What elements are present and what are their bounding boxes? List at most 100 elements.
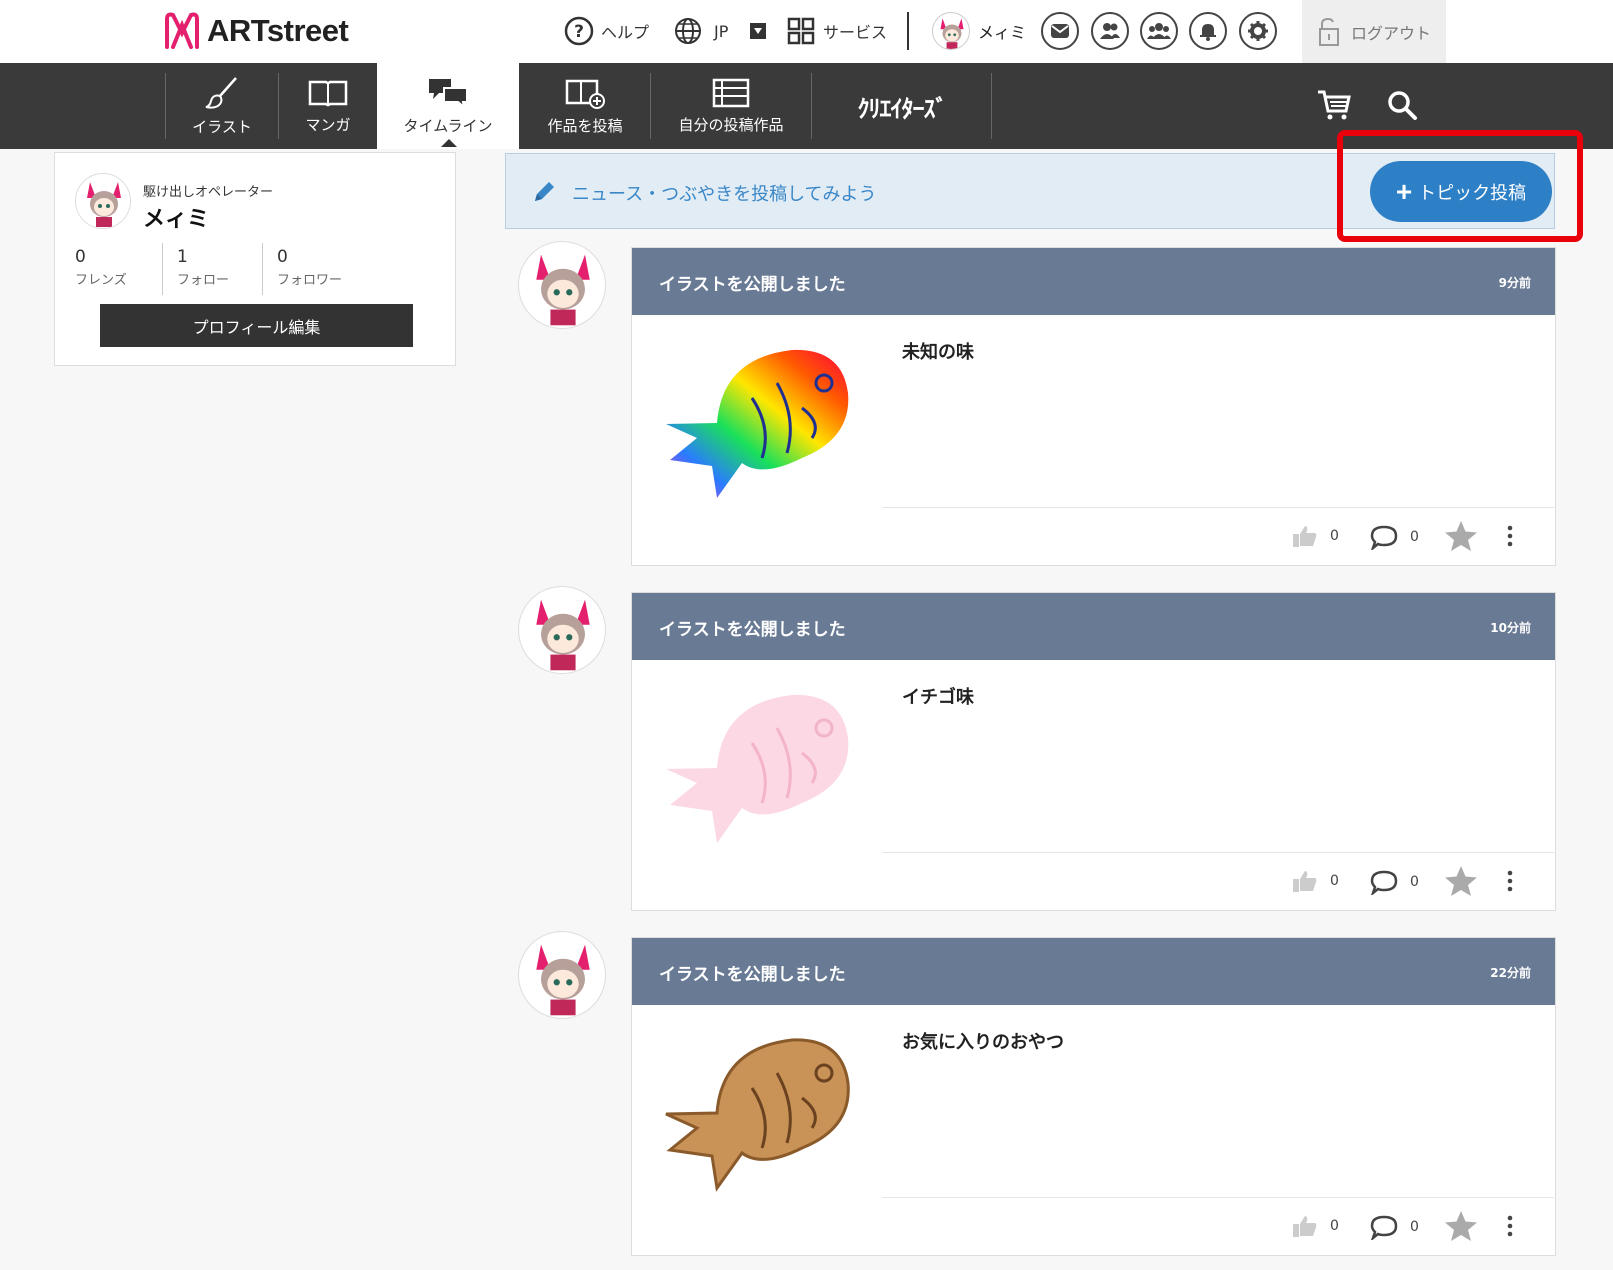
post-author-avatar[interactable] — [518, 586, 606, 674]
list-icon — [712, 78, 750, 107]
post-time: 22分前 — [1490, 966, 1531, 980]
stat-following[interactable]: 1 フォロー — [177, 247, 229, 297]
comment-button[interactable]: 0 — [1370, 524, 1419, 550]
post-title[interactable]: イチゴ味 — [902, 683, 974, 709]
artstreet-logo[interactable]: ARTstreet — [163, 10, 349, 52]
language-selector[interactable]: JP — [672, 12, 767, 50]
header-divider — [907, 12, 909, 50]
more-options-button[interactable] — [1506, 869, 1514, 893]
thumbs-up-icon — [1293, 526, 1317, 547]
nav-my-works[interactable]: 自分の投稿作品 — [651, 63, 811, 149]
post-header: イラストを公開しました 22分前 — [632, 938, 1555, 1005]
comment-button[interactable]: 0 — [1370, 869, 1419, 895]
artstreet-logo-mark — [165, 12, 199, 49]
post-author-avatar[interactable] — [518, 931, 606, 1019]
cart-button[interactable] — [1316, 89, 1352, 125]
like-button[interactable]: 0 — [1292, 524, 1339, 548]
more-vertical-icon — [1507, 1215, 1513, 1237]
groups-button[interactable] — [1140, 12, 1178, 50]
nav-post-work-label: 作品を投稿 — [547, 116, 623, 135]
post-topic-label: トピック投稿 — [1418, 182, 1527, 203]
svg-text:?: ? — [574, 22, 584, 42]
comment-icon — [1370, 1215, 1398, 1240]
timeline-post: イラストを公開しました 10分前 イチゴ味 0 0 — [631, 592, 1556, 911]
search-button[interactable] — [1386, 89, 1418, 125]
stat-followers[interactable]: 0 フォロワー — [277, 247, 342, 297]
services-label: サービス — [823, 23, 888, 42]
more-options-button[interactable] — [1506, 1214, 1514, 1238]
settings-button[interactable] — [1239, 12, 1277, 50]
nav-creators[interactable]: ｸﾘｴｲﾀｰｽﾞ — [812, 63, 992, 149]
post-heading: イラストを公開しました — [659, 620, 846, 640]
stat-label: フレンズ — [75, 273, 127, 288]
post-author-avatar[interactable] — [518, 241, 606, 329]
globe-icon — [672, 15, 704, 47]
like-count: 0 — [1330, 1218, 1339, 1234]
like-button[interactable]: 0 — [1292, 869, 1339, 893]
post-header: イラストを公開しました 10分前 — [632, 593, 1555, 660]
timeline-post: イラストを公開しました 9分前 未知の味 0 0 — [631, 247, 1556, 566]
help-link[interactable]: ? ヘルプ — [563, 12, 649, 50]
profile-name[interactable]: メィミ — [143, 201, 209, 233]
comment-button[interactable]: 0 — [1370, 1214, 1419, 1240]
unlock-icon — [1318, 17, 1339, 46]
stat-friends[interactable]: 0 フレンズ — [75, 247, 127, 297]
stat-divider — [162, 243, 163, 295]
comment-count: 0 — [1410, 1219, 1419, 1235]
friends-button[interactable] — [1091, 12, 1129, 50]
logout-label: ログアウト — [1350, 23, 1431, 43]
brush-icon — [205, 76, 237, 109]
more-options-button[interactable] — [1506, 524, 1514, 548]
active-tab-indicator — [441, 139, 457, 147]
post-title[interactable]: 未知の味 — [902, 338, 974, 364]
notifications-button[interactable] — [1189, 12, 1227, 50]
stat-count: 0 — [277, 247, 288, 267]
post-divider — [882, 1197, 1554, 1198]
post-divider — [882, 507, 1554, 508]
edit-profile-button[interactable]: プロフィール編集 — [100, 304, 413, 347]
search-icon — [1388, 91, 1417, 120]
post-title[interactable]: お気に入りのおやつ — [902, 1028, 1064, 1054]
favorite-button[interactable] — [1444, 865, 1478, 897]
nav-illust[interactable]: イラスト — [166, 63, 278, 149]
post-actions: 0 0 — [1292, 518, 1542, 554]
nav-timeline[interactable]: タイムライン — [377, 63, 519, 149]
timeline-post: イラストを公開しました 22分前 お気に入りのおやつ 0 0 — [631, 937, 1556, 1256]
like-button[interactable]: 0 — [1292, 1214, 1339, 1238]
post-time: 9分前 — [1498, 276, 1531, 290]
stat-count: 0 — [75, 247, 86, 267]
user-menu[interactable]: メィミ — [932, 12, 1026, 50]
avatar[interactable] — [75, 173, 131, 229]
logout-button[interactable]: ログアウト — [1302, 0, 1446, 63]
star-icon — [1445, 1211, 1477, 1241]
help-icon: ? — [563, 15, 595, 47]
post-thumbnail[interactable] — [662, 1028, 852, 1198]
post-thumbnail[interactable] — [662, 683, 852, 853]
add-image-icon — [565, 79, 605, 109]
user-name: メィミ — [978, 23, 1027, 42]
stat-count: 1 — [177, 247, 188, 267]
book-icon — [308, 80, 348, 106]
stat-divider — [262, 243, 263, 295]
favorite-button[interactable] — [1444, 520, 1478, 552]
post-heading: イラストを公開しました — [659, 965, 846, 985]
favorite-button[interactable] — [1444, 1210, 1478, 1242]
post-topic-button[interactable]: + トピック投稿 — [1370, 161, 1552, 222]
comment-icon — [1370, 525, 1398, 550]
more-vertical-icon — [1507, 870, 1513, 892]
star-icon — [1445, 521, 1477, 551]
comment-count: 0 — [1410, 874, 1419, 890]
post-actions: 0 0 — [1292, 1208, 1542, 1244]
group-icon — [1147, 23, 1171, 39]
nav-manga[interactable]: マンガ — [279, 63, 377, 149]
mail-button[interactable] — [1041, 12, 1079, 50]
nav-manga-label: マンガ — [305, 115, 351, 134]
language-label: JP — [714, 21, 729, 41]
dropdown-icon — [750, 23, 767, 39]
post-thumbnail[interactable] — [662, 338, 852, 508]
chat-bubbles-icon — [429, 78, 468, 109]
services-link[interactable]: サービス — [785, 12, 887, 50]
nav-post-work[interactable]: 作品を投稿 — [520, 63, 650, 149]
cart-icon — [1318, 90, 1351, 120]
thumbs-up-icon — [1293, 1216, 1317, 1237]
